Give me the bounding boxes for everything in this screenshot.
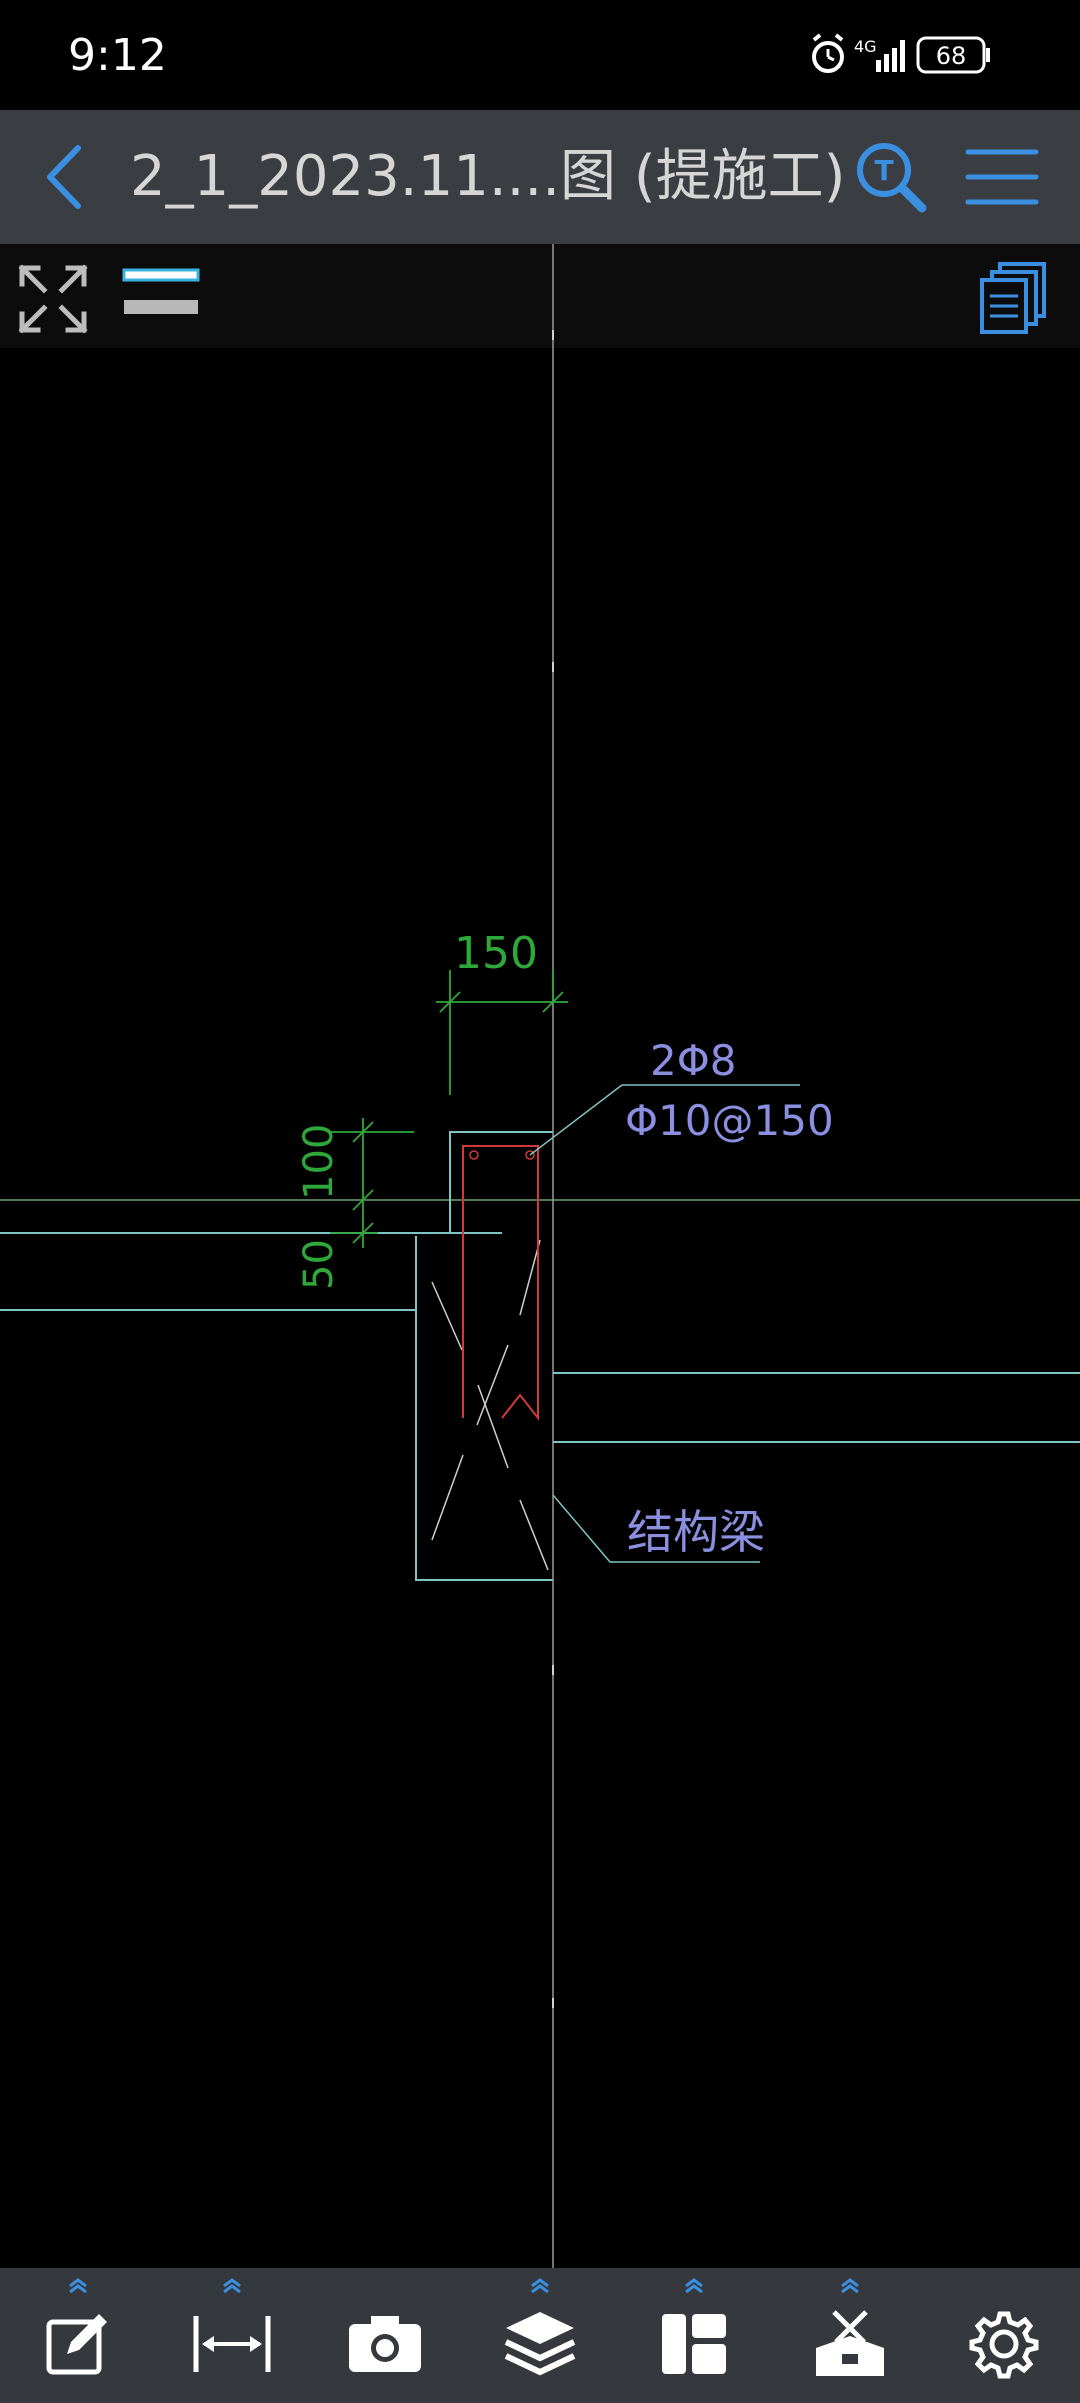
dimension-150 — [436, 970, 568, 1095]
dimension-width-label: 150 — [454, 928, 538, 979]
camera-icon[interactable] — [345, 2308, 425, 2378]
signal-icon — [876, 40, 905, 72]
back-arrow-icon[interactable] — [36, 142, 96, 212]
status-icons: 4G 68 — [810, 30, 1010, 80]
network-type: 4G — [854, 37, 877, 56]
beam-label: 结构梁 — [627, 1505, 765, 1559]
expand-caret-icon[interactable] — [839, 2278, 861, 2294]
slab-left — [0, 1232, 502, 1311]
dimension-vertical — [330, 1118, 414, 1248]
bottom-toolbar — [0, 2268, 1080, 2403]
expand-caret-icon[interactable] — [67, 2278, 89, 2294]
rebar-label-top: 2Φ8 — [650, 1036, 737, 1085]
document-title: 2_1_2023.11....图 (提施工) — [130, 144, 846, 209]
measure-tool[interactable] — [172, 2268, 292, 2403]
expand-caret-icon[interactable] — [221, 2278, 243, 2294]
hamburger-menu-icon[interactable] — [964, 144, 1040, 210]
status-icons-svg: 4G 68 — [812, 33, 990, 74]
slab-right — [553, 1372, 1080, 1443]
rebar-label-stirrup: Φ10@150 — [625, 1096, 834, 1145]
toolbox-icon[interactable] — [812, 2308, 888, 2380]
expand-caret-icon[interactable] — [529, 2278, 551, 2294]
settings-icon[interactable] — [968, 2308, 1040, 2380]
camera-tool[interactable] — [325, 2268, 445, 2403]
layout-icon[interactable] — [658, 2308, 730, 2378]
cad-drawing-canvas[interactable]: 150 100 50 2Φ8 Φ10@150 结构梁 — [0, 244, 1080, 2268]
layers-icon[interactable] — [500, 2308, 580, 2380]
title-bar: 2_1_2023.11....图 (提施工) T — [0, 110, 1080, 244]
dimension-height-top-label: 100 — [296, 1124, 342, 1200]
battery-level: 68 — [936, 42, 967, 70]
layers-tool[interactable] — [480, 2268, 600, 2403]
layout-tool[interactable] — [634, 2268, 754, 2403]
measure-icon[interactable] — [190, 2308, 274, 2378]
text-search-icon[interactable]: T — [852, 138, 932, 218]
expand-caret-icon[interactable] — [683, 2278, 705, 2294]
rebar-bar-left — [469, 1150, 479, 1160]
svg-text:T: T — [874, 154, 893, 187]
annotate-icon[interactable] — [43, 2308, 113, 2378]
status-time: 9:12 — [68, 30, 167, 81]
settings-tool[interactable] — [944, 2268, 1064, 2403]
alarm-icon — [812, 33, 844, 73]
beam-break-lines — [431, 1239, 549, 1571]
annotate-tool[interactable] — [18, 2268, 138, 2403]
toolbox-tool[interactable] — [790, 2268, 910, 2403]
status-bar: 9:12 4G 68 — [0, 0, 1080, 110]
rebar-stirrup — [462, 1145, 539, 1421]
dimension-height-bottom-label: 50 — [296, 1239, 342, 1290]
